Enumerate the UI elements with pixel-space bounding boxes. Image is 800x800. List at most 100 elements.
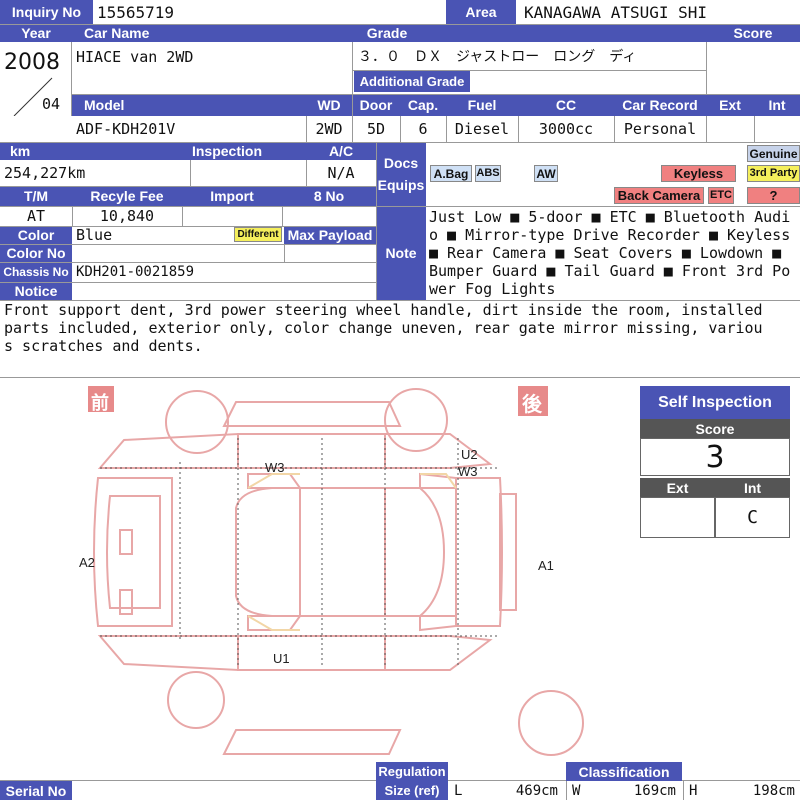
rear-tire-bottom xyxy=(518,690,584,756)
grid-line xyxy=(306,116,307,142)
rear-gate xyxy=(455,477,503,627)
tm-label: T/M xyxy=(0,186,72,206)
width-label: W xyxy=(572,782,581,799)
different-badge: Different xyxy=(234,227,282,242)
door-value: 5D xyxy=(366,120,386,138)
km-value: 254,227km xyxy=(4,164,86,182)
chassis-no-label: Chassis No xyxy=(0,262,72,282)
car-name-value: HIACE van 2WD xyxy=(76,48,194,66)
recycle-fee-value: 10,840 xyxy=(99,207,155,225)
self-inspection-score-label: Score xyxy=(640,419,790,438)
grid-line xyxy=(0,262,376,263)
notice-text: Front support dent, 3rd power steering w… xyxy=(4,301,763,355)
front-pillar-top xyxy=(247,473,302,489)
inquiry-no-value: 15565719 xyxy=(97,2,175,22)
grid-line xyxy=(0,244,376,245)
size-ref-label: Size (ref) xyxy=(376,781,448,800)
rear-window xyxy=(384,487,446,617)
roof-panel-top xyxy=(222,401,402,427)
serial-no-label: Serial No xyxy=(0,781,72,800)
front-fender-top xyxy=(97,432,239,469)
height-value: 198cm xyxy=(752,782,795,799)
length-label: L xyxy=(454,782,463,799)
grade-label: Grade xyxy=(352,24,422,42)
area-value: KANAGAWA ATSUGI SHI xyxy=(524,2,708,22)
door-label: Door xyxy=(352,94,400,116)
car-record-value: Personal xyxy=(623,120,697,138)
tm-value: AT xyxy=(26,207,46,225)
additional-grade-label: Additional Grade xyxy=(354,70,470,92)
ac-value: N/A xyxy=(327,164,355,182)
rear-tire-top xyxy=(384,388,448,452)
rear-mark: 後 xyxy=(522,394,542,416)
month-value: 04 xyxy=(42,95,61,113)
windshield xyxy=(235,487,301,617)
chassis-no-value: KDH201-0021859 xyxy=(76,264,195,280)
third-party-badge: 3rd Party xyxy=(747,165,800,182)
roof-center xyxy=(299,487,386,617)
year-label: Year xyxy=(0,24,72,42)
damage-mark-u1: U1 xyxy=(273,651,290,666)
back-camera-badge: Back Camera xyxy=(614,187,704,204)
fuel-value: Diesel xyxy=(454,120,510,138)
genuine-badge: Genuine xyxy=(747,145,800,162)
grid-line xyxy=(0,142,800,143)
docs-equips-label: Docs Equips xyxy=(376,142,426,206)
keyless-badge: Keyless xyxy=(661,165,736,182)
rear-quarter-bottom xyxy=(384,635,493,671)
score-label: Score xyxy=(706,24,800,42)
grade-label-fill xyxy=(422,24,706,42)
auction-sheet: Inquiry No 15565719 Area KANAGAWA ATSUGI… xyxy=(0,0,800,800)
grid-line xyxy=(566,781,567,800)
grid-line xyxy=(0,226,376,227)
aw-badge: AW xyxy=(534,165,558,182)
int-label: Int xyxy=(754,94,800,116)
height-label: H xyxy=(689,782,698,799)
etc-badge: ETC xyxy=(708,187,734,204)
year-value: 2008 xyxy=(4,50,60,75)
grid-line xyxy=(72,94,800,95)
inquiry-no-label: Inquiry No xyxy=(0,0,93,24)
grid-line xyxy=(0,300,800,301)
rear-pillar-bottom xyxy=(419,615,457,632)
grid-line xyxy=(446,116,447,142)
ext-label: Ext xyxy=(706,94,754,116)
wd-label: WD xyxy=(306,94,352,116)
grid-line xyxy=(190,160,191,186)
hood-inner xyxy=(106,495,161,609)
km-label: km xyxy=(0,142,190,160)
self-inspection-int-label: Int xyxy=(715,478,790,497)
docs-label: Docs xyxy=(383,155,419,171)
grid-line xyxy=(306,160,307,186)
color-label: Color xyxy=(0,226,72,244)
front-grille xyxy=(119,529,133,555)
grid-line xyxy=(0,282,376,283)
front-mark: 前 xyxy=(91,393,109,413)
cap-value: 6 xyxy=(418,120,428,138)
int-value xyxy=(754,116,800,142)
fuel-label: Fuel xyxy=(446,94,518,116)
cap-label: Cap. xyxy=(400,94,446,116)
roof-panel-bottom xyxy=(222,729,402,755)
grid-line xyxy=(282,206,283,226)
grid-line xyxy=(754,116,755,142)
grid-line xyxy=(0,186,376,187)
grid-line xyxy=(0,24,800,25)
front-tire-bottom xyxy=(167,671,225,729)
length-value: 469cm xyxy=(515,782,558,799)
equips-label: Equips xyxy=(377,177,425,193)
front-fender-bottom xyxy=(97,635,239,672)
regulation-label: Regulation xyxy=(376,762,448,781)
grid-line xyxy=(400,116,401,142)
grade-value: ３．０ ＤＸ ジャストロー ロング ディ xyxy=(358,49,637,65)
abs-badge: ABS xyxy=(475,165,501,182)
classification-label: Classification xyxy=(566,762,682,781)
self-inspection-int-value: C xyxy=(747,507,758,528)
wd-value: 2WD xyxy=(315,120,343,138)
ext-value xyxy=(706,116,754,142)
grid-line xyxy=(376,142,377,300)
question-badge: ? xyxy=(747,187,800,204)
ac-label: A/C xyxy=(306,142,376,160)
fog-light xyxy=(119,589,133,615)
note-label: Note xyxy=(376,206,426,300)
